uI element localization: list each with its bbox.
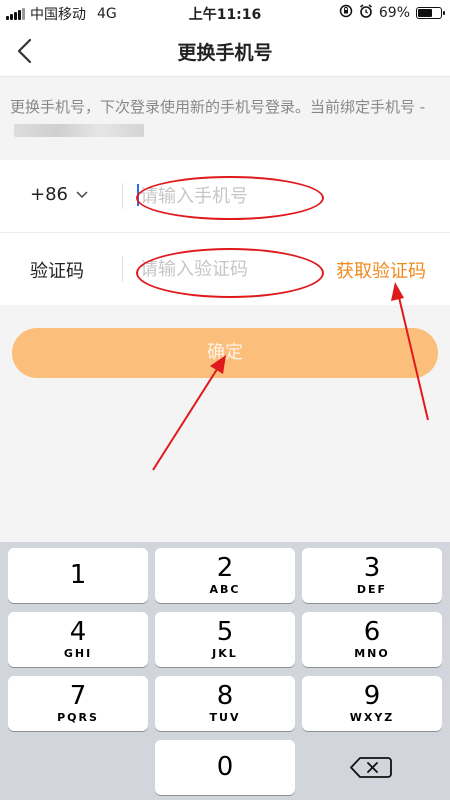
key-letters: ABC — [209, 583, 241, 596]
key-digit: 4 — [69, 617, 87, 647]
key-digit: 1 — [69, 560, 87, 590]
nav-bar: 更换手机号 — [0, 26, 450, 77]
battery-level — [418, 9, 432, 17]
code-row: 验证码 获取验证码 — [0, 232, 450, 305]
key-0[interactable]: 0 — [155, 740, 295, 795]
key-6[interactable]: 6 MNO — [302, 612, 442, 667]
divider — [122, 183, 123, 209]
key-digit: 6 — [363, 617, 381, 647]
key-9[interactable]: 9 WXYZ — [302, 676, 442, 731]
confirm-button[interactable]: 确定 — [12, 328, 438, 378]
key-letters: MNO — [354, 647, 390, 660]
key-digit: 5 — [216, 617, 234, 647]
divider — [122, 256, 123, 282]
status-right: 69% — [339, 4, 445, 22]
key-digit: 8 — [216, 681, 234, 711]
key-digit: 7 — [69, 681, 87, 711]
country-code-selector[interactable]: +86 — [30, 184, 88, 205]
key-5[interactable]: 5 JKL — [155, 612, 295, 667]
masked-phone-number — [14, 124, 144, 137]
key-2[interactable]: 2 ABC — [155, 548, 295, 603]
key-letters: JKL — [212, 647, 238, 660]
code-label: 验证码 — [30, 261, 84, 282]
description-text: 更换手机号，下次登录使用新的手机号登录。当前绑定手机号 - — [10, 98, 426, 116]
key-letters: GHI — [63, 647, 93, 660]
backspace-icon — [350, 757, 392, 778]
numeric-keypad: 1 2 ABC 3 DEF 4 GHI 5 JKL 6 MNO 7 PQRS 8 TUV 9W… — [0, 542, 450, 800]
phone-row: +86 — [0, 160, 450, 232]
key-3[interactable]: 3 DEF — [302, 548, 442, 603]
battery-icon — [416, 7, 445, 19]
battery-percent: 69% — [378, 5, 410, 21]
key-4[interactable]: 4 GHI — [8, 612, 148, 667]
verification-code-input[interactable] — [140, 255, 320, 283]
key-digit: 2 — [216, 553, 234, 583]
orientation-lock-icon — [339, 4, 353, 22]
status-bar: 中国移动 4G 上午11:16 69% — [0, 0, 450, 26]
chevron-down-icon — [76, 190, 88, 198]
key-letters: DEF — [356, 583, 388, 596]
country-code-label: +86 — [30, 184, 68, 205]
alarm-icon — [359, 4, 373, 22]
key-7[interactable]: 7 PQRS — [8, 676, 148, 731]
key-letters: WXYZ — [349, 711, 395, 724]
phone-input[interactable] — [140, 182, 320, 210]
description: 更换手机号，下次登录使用新的手机号登录。当前绑定手机号 - — [10, 96, 440, 142]
key-letters: TUV — [209, 711, 241, 724]
key-letters: PQRS — [57, 711, 99, 724]
text-caret — [137, 184, 139, 206]
delete-key[interactable] — [302, 740, 442, 795]
get-code-button[interactable]: 获取验证码 — [336, 257, 426, 283]
key-1[interactable]: 1 — [8, 548, 148, 603]
key-digit: 0 — [216, 752, 234, 782]
key-digit: 9 — [363, 681, 381, 711]
key-8[interactable]: 8 TUV — [155, 676, 295, 731]
phone-form: +86 验证码 获取验证码 — [0, 160, 450, 305]
page-title: 更换手机号 — [177, 42, 273, 64]
key-digit: 3 — [363, 553, 381, 583]
